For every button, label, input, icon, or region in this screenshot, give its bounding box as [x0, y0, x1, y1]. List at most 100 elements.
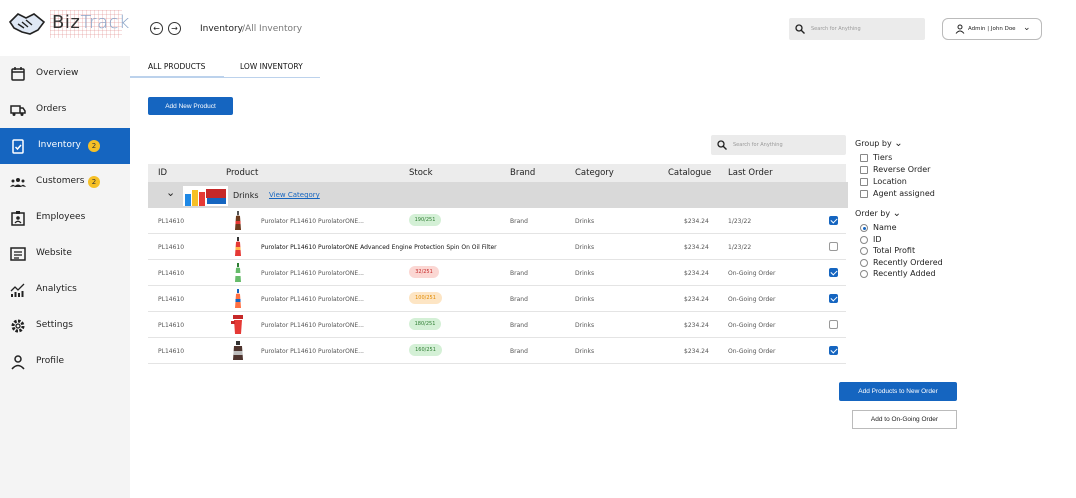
search-icon: [717, 140, 727, 150]
stock-badge: 190/251: [409, 214, 441, 226]
logo[interactable]: BizTrack: [0, 0, 130, 56]
checkbox-agent-assigned[interactable]: [860, 190, 868, 198]
sidebar-item-label: Employees: [36, 212, 86, 222]
tab-bar: ALL PRODUCTS LOW INVENTORY: [130, 56, 320, 78]
stock-badge: 180/251: [409, 318, 441, 330]
sidebar-item-label: Website: [36, 248, 72, 258]
sidebar-item-orders[interactable]: Orders: [0, 92, 130, 128]
user-icon: [955, 24, 965, 34]
cell-brand: Brand: [510, 348, 528, 355]
cell-catalogue: $234.24: [684, 244, 709, 251]
column-header-catalogue[interactable]: Catalogue: [668, 168, 711, 178]
radio-recently-ordered[interactable]: [860, 259, 868, 267]
cell-catalogue: $234.24: [684, 270, 709, 277]
browser-icon: [10, 247, 26, 261]
add-to-new-order-button[interactable]: Add Products to New Order: [839, 382, 957, 401]
row-checkbox[interactable]: [829, 346, 838, 355]
cell-brand: Brand: [510, 296, 528, 303]
radio-id[interactable]: [860, 236, 868, 244]
cell-brand: Brand: [510, 218, 528, 225]
cell-category: Drinks: [575, 296, 595, 303]
breadcrumb-current[interactable]: Inventory: [200, 24, 243, 34]
order-by-dropdown[interactable]: Order by ⌄: [855, 208, 901, 219]
user-menu-button[interactable]: Admin | John Doe ⌄: [942, 18, 1042, 40]
radio-recently-added[interactable]: [860, 270, 868, 278]
tab-low-inventory[interactable]: LOW INVENTORY: [240, 62, 303, 71]
table-header: ID Product Stock Brand Category Catalogu…: [148, 164, 846, 182]
column-header-brand[interactable]: Brand: [510, 168, 535, 178]
radio-total-profit[interactable]: [860, 247, 868, 255]
sidebar-item-customers[interactable]: Customers 2: [0, 164, 130, 200]
search-icon: [795, 24, 805, 34]
table-row[interactable]: PL14610 Purolator PL14610 PurolatorONE..…: [148, 286, 846, 312]
cell-brand: Brand: [510, 270, 528, 277]
sidebar-item-employees[interactable]: Employees: [0, 200, 130, 236]
option-label: Recently Added: [873, 269, 936, 278]
search-placeholder: Search for Anything: [733, 142, 783, 148]
cell-catalogue: $234.24: [684, 296, 709, 303]
view-category-link[interactable]: View Category: [269, 191, 320, 199]
sidebar-item-settings[interactable]: Settings: [0, 308, 130, 344]
chevron-down-icon: ⌄: [892, 208, 902, 219]
cell-last-order: On-Going Order: [728, 270, 776, 277]
table-row[interactable]: PL14610 Purolator PL14610 PurolatorONE..…: [148, 260, 846, 286]
group-by-dropdown[interactable]: Group by ⌄: [855, 138, 903, 149]
cell-category: Drinks: [575, 322, 595, 329]
sidebar-item-overview[interactable]: Overview: [0, 56, 130, 92]
option-label: Reverse Order: [873, 165, 931, 174]
add-to-ongoing-order-button[interactable]: Add to On-Going Order: [852, 410, 957, 429]
group-row-drinks: ⌄ Drinks View Category: [148, 182, 848, 208]
cell-id: PL14610: [158, 296, 185, 303]
sidebar-item-analytics[interactable]: Analytics: [0, 272, 130, 308]
column-header-product[interactable]: Product: [226, 168, 258, 178]
sidebar-item-website[interactable]: Website: [0, 236, 130, 272]
checkbox-reverse-order[interactable]: [860, 166, 868, 174]
checkbox-location[interactable]: [860, 178, 868, 186]
cell-id: PL14610: [158, 348, 185, 355]
cell-id: PL14610: [158, 322, 185, 329]
radio-name[interactable]: [860, 224, 868, 232]
notification-badge: 2: [88, 176, 100, 188]
chevron-down-icon[interactable]: ⌄: [166, 186, 175, 199]
checkbox-tiers[interactable]: [860, 154, 868, 162]
search-placeholder: Search for Anything: [811, 26, 861, 32]
sidebar-item-inventory[interactable]: Inventory 2: [0, 128, 130, 164]
breadcrumb-sub: /All Inventory: [242, 24, 303, 34]
cell-product: Purolator PL14610 PurolatorONE Advanced …: [261, 244, 497, 251]
back-button[interactable]: ←: [150, 22, 163, 35]
cell-last-order: On-Going Order: [728, 322, 776, 329]
row-checkbox[interactable]: [829, 242, 838, 251]
users-icon: [10, 178, 26, 187]
row-checkbox[interactable]: [829, 320, 838, 329]
column-header-category[interactable]: Category: [575, 168, 614, 178]
option-label: ID: [873, 235, 882, 244]
table-row[interactable]: PL14610 Purolator PL14610 PurolatorONE..…: [148, 312, 846, 338]
option-label: Location: [873, 177, 907, 186]
column-header-last-order[interactable]: Last Order: [728, 168, 773, 178]
cell-last-order: On-Going Order: [728, 348, 776, 355]
option-label: Agent assigned: [873, 189, 935, 198]
tab-all-products[interactable]: ALL PRODUCTS: [148, 62, 205, 71]
table-search-input[interactable]: Search for Anything: [711, 135, 846, 155]
chart-icon: [10, 283, 25, 297]
forward-button[interactable]: →: [168, 22, 181, 35]
sidebar-item-profile[interactable]: Profile: [0, 344, 130, 380]
cell-product: Purolator PL14610 PurolatorONE...: [261, 322, 364, 329]
cell-last-order: 1/23/22: [728, 244, 752, 251]
cell-product: Purolator PL14610 PurolatorONE...: [261, 296, 364, 303]
column-header-stock[interactable]: Stock: [409, 168, 433, 178]
row-checkbox[interactable]: [829, 216, 838, 225]
table-row[interactable]: PL14610 Purolator PL14610 PurolatorONE A…: [148, 234, 846, 260]
row-checkbox[interactable]: [829, 294, 838, 303]
cell-catalogue: $234.24: [684, 218, 709, 225]
table-row[interactable]: PL14610 Purolator PL14610 PurolatorONE..…: [148, 338, 846, 364]
table-row[interactable]: PL14610 Purolator PL14610 PurolatorONE..…: [148, 208, 846, 234]
order-by-label: Order by: [855, 209, 891, 218]
clipboard-check-icon: [12, 139, 24, 154]
user-icon: [11, 355, 25, 370]
row-checkbox[interactable]: [829, 268, 838, 277]
add-new-product-button[interactable]: Add New Product: [148, 97, 233, 115]
column-header-id[interactable]: ID: [158, 168, 167, 178]
sidebar-item-label: Settings: [36, 320, 73, 330]
global-search-input[interactable]: Search for Anything: [789, 18, 925, 40]
